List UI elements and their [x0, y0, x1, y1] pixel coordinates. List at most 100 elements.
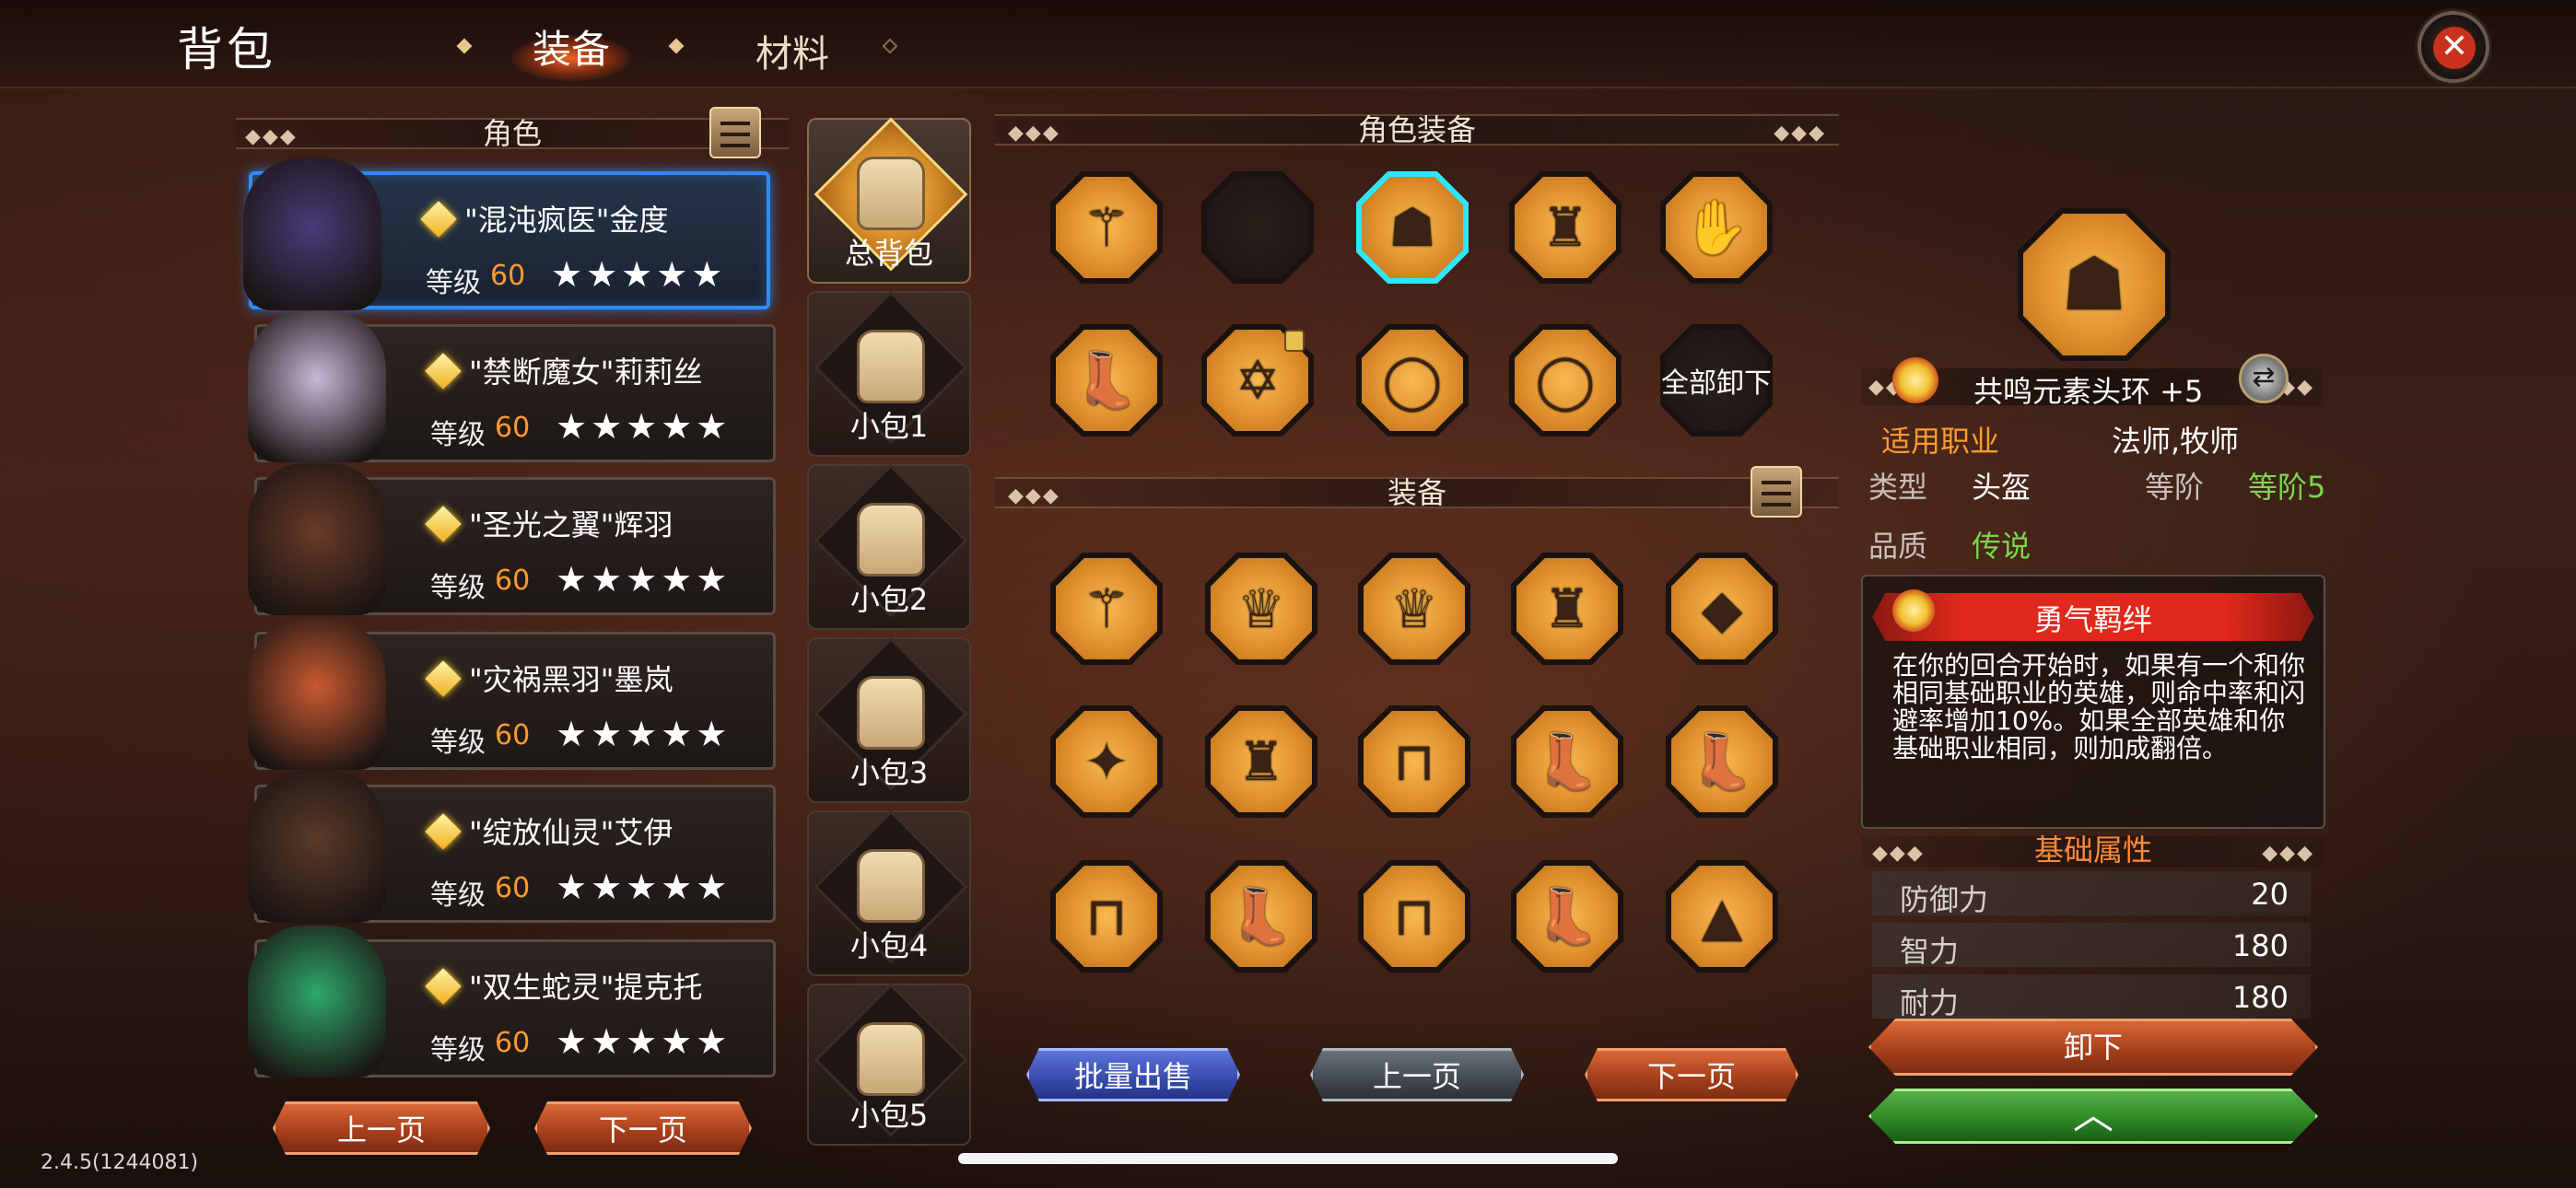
equipment-slot[interactable]: ⚚: [1050, 553, 1163, 665]
bag-tab[interactable]: 小包1: [807, 290, 971, 457]
equipment-slot[interactable]: ☗: [1356, 171, 1469, 284]
rarity-diamond-icon: [425, 506, 462, 542]
equipment-slot[interactable]: ▲: [1666, 860, 1778, 973]
character-portrait: [248, 926, 386, 1077]
character-portrait: [243, 158, 381, 310]
character-card[interactable]: "绽放仙灵"艾伊 等级 60 ★★★★★: [248, 771, 776, 923]
equipment-slot[interactable]: ◯: [1356, 324, 1469, 437]
applicable-class-value: 法师,牧师: [2112, 424, 2240, 459]
backpack-icon: [857, 157, 925, 230]
stat-value: 180: [2231, 928, 2289, 963]
character-name: "双生蛇灵"提克托: [469, 970, 703, 1005]
star-rating: ★★★★★: [556, 1021, 732, 1062]
purple-gauntlets-icon: ⊓: [1085, 885, 1128, 948]
equipment-header: ◆◆◆ 装备: [995, 477, 1839, 508]
hood-icon: ☗: [1388, 196, 1436, 259]
purple-boots-icon: 👢: [1533, 885, 1601, 948]
star-rating: ★★★★★: [556, 714, 732, 754]
chevron-up-icon: ︿: [2073, 1091, 2113, 1138]
purple-greaves-icon: ⊓: [1393, 885, 1435, 948]
stat-value: 20: [2251, 877, 2289, 912]
equipment-slot[interactable]: ⊓: [1050, 860, 1163, 973]
equipment-prev-page-button[interactable]: 上一页: [1310, 1048, 1524, 1101]
character-portrait: [248, 618, 386, 770]
backpack-icon: [857, 503, 925, 577]
equipment-slot[interactable]: ✋: [1660, 171, 1773, 284]
equipment-slot[interactable]: ♜: [1511, 553, 1623, 665]
home-indicator[interactable]: [958, 1153, 1618, 1164]
character-card[interactable]: "圣光之翼"辉羽 等级 60 ★★★★★: [248, 463, 776, 615]
equipment-filter-button[interactable]: [1751, 466, 1802, 518]
bulk-sell-button[interactable]: 批量出售: [1026, 1048, 1240, 1101]
tab-materials[interactable]: 材料: [737, 24, 848, 77]
dark-greaves-icon: ⊓: [1393, 730, 1435, 793]
characters-next-page-button[interactable]: 下一页: [534, 1101, 752, 1155]
level-value: 60: [495, 872, 531, 904]
bag-tab[interactable]: 小包5: [807, 983, 971, 1146]
stats-list[interactable]: 防御力 20 智力 180 耐力 180: [1872, 871, 2324, 1022]
equipment-slot[interactable]: ♜: [1509, 171, 1622, 284]
characters-title: 角色: [482, 116, 542, 151]
character-card[interactable]: "混沌疯医"金度 等级 60 ★★★★★: [243, 158, 770, 310]
snake-emblem-icon: [1892, 357, 1938, 403]
upgrade-button[interactable]: ︿: [1868, 1089, 2318, 1144]
equipment-next-page-button[interactable]: 下一页: [1585, 1048, 1798, 1101]
character-equipment-header: ◆◆◆ 角色装备 ◆◆◆: [995, 114, 1839, 146]
level-label: 等级: [426, 267, 481, 299]
character-name: "灾祸黑羽"墨岚: [469, 662, 673, 697]
star-rating: ★★★★★: [556, 867, 732, 907]
character-filter-button[interactable]: [709, 107, 761, 158]
top-bar: [0, 0, 2576, 88]
swap-icon[interactable]: ⇄: [2239, 354, 2289, 403]
empty-equipment-slot[interactable]: [1201, 171, 1314, 284]
equipment-slot[interactable]: ◯: [1509, 324, 1622, 437]
brown-boots-icon: 👢: [1688, 730, 1756, 793]
bag-tab[interactable]: 小包4: [807, 809, 971, 976]
level-value: 60: [495, 719, 531, 751]
equipment-slot[interactable]: ♜: [1205, 705, 1317, 818]
type-label: 类型: [1868, 470, 1928, 505]
version-label: 2.4.5(1244081): [41, 1151, 199, 1174]
bag-tab[interactable]: 小包2: [807, 463, 971, 630]
unequip-all-button[interactable]: 全部卸下: [1660, 324, 1773, 437]
equipment-slot[interactable]: ✡: [1201, 324, 1314, 437]
equipment-slot[interactable]: ⊓: [1358, 705, 1470, 818]
level-label: 等级: [430, 1034, 486, 1066]
tab-equipment[interactable]: 装备: [516, 18, 626, 83]
ornament-dots-icon: ◆◆◆: [1774, 122, 1826, 145]
level-value: 60: [495, 412, 531, 444]
character-card[interactable]: "双生蛇灵"提克托 等级 60 ★★★★★: [248, 926, 776, 1077]
bag-tab[interactable]: 总背包: [807, 117, 971, 284]
bag-tab[interactable]: 小包3: [807, 636, 971, 803]
equipment-slot[interactable]: 👢: [1205, 860, 1317, 973]
character-name: "禁断魔女"莉莉丝: [469, 355, 703, 390]
equipment-slot[interactable]: ✦: [1050, 705, 1163, 818]
bag-label: 总背包: [844, 236, 933, 271]
bag-label: 小包1: [849, 409, 929, 444]
level-value: 60: [495, 565, 531, 597]
rarity-diamond-icon: [425, 660, 462, 697]
equipment-slot[interactable]: ♕: [1358, 553, 1470, 665]
close-button[interactable]: ✕: [2418, 11, 2489, 83]
level-label: 等级: [430, 419, 486, 451]
skill-title: 勇气羁绊: [2033, 602, 2152, 637]
equipment-slot[interactable]: 👢: [1511, 705, 1623, 818]
equipment-slot[interactable]: 👢: [1050, 324, 1163, 437]
backpack-icon: [857, 849, 925, 923]
character-equipment-title: 角色装备: [1357, 112, 1476, 147]
characters-prev-page-button[interactable]: 上一页: [273, 1101, 490, 1155]
equipment-slot[interactable]: ⚚: [1050, 171, 1163, 284]
robe-icon: ♜: [1541, 196, 1589, 259]
tier-label: 等阶: [2145, 470, 2205, 505]
bag-label: 小包4: [849, 928, 929, 963]
character-card[interactable]: "禁断魔女"莉莉丝 等级 60 ★★★★★: [248, 310, 776, 462]
equipment-slot[interactable]: 👢: [1666, 705, 1778, 818]
characters-header: ◆◆◆ 角色: [236, 118, 789, 149]
equipment-slot[interactable]: ♕: [1205, 553, 1317, 665]
equipment-slot[interactable]: 👢: [1511, 860, 1623, 973]
equipment-slot[interactable]: ⊓: [1358, 860, 1470, 973]
character-card[interactable]: "灾祸黑羽"墨岚 等级 60 ★★★★★: [248, 618, 776, 770]
equipment-slot[interactable]: ◆: [1666, 553, 1778, 665]
unequip-label: 卸下: [2063, 1030, 2123, 1065]
unequip-button[interactable]: 卸下: [1868, 1019, 2318, 1076]
